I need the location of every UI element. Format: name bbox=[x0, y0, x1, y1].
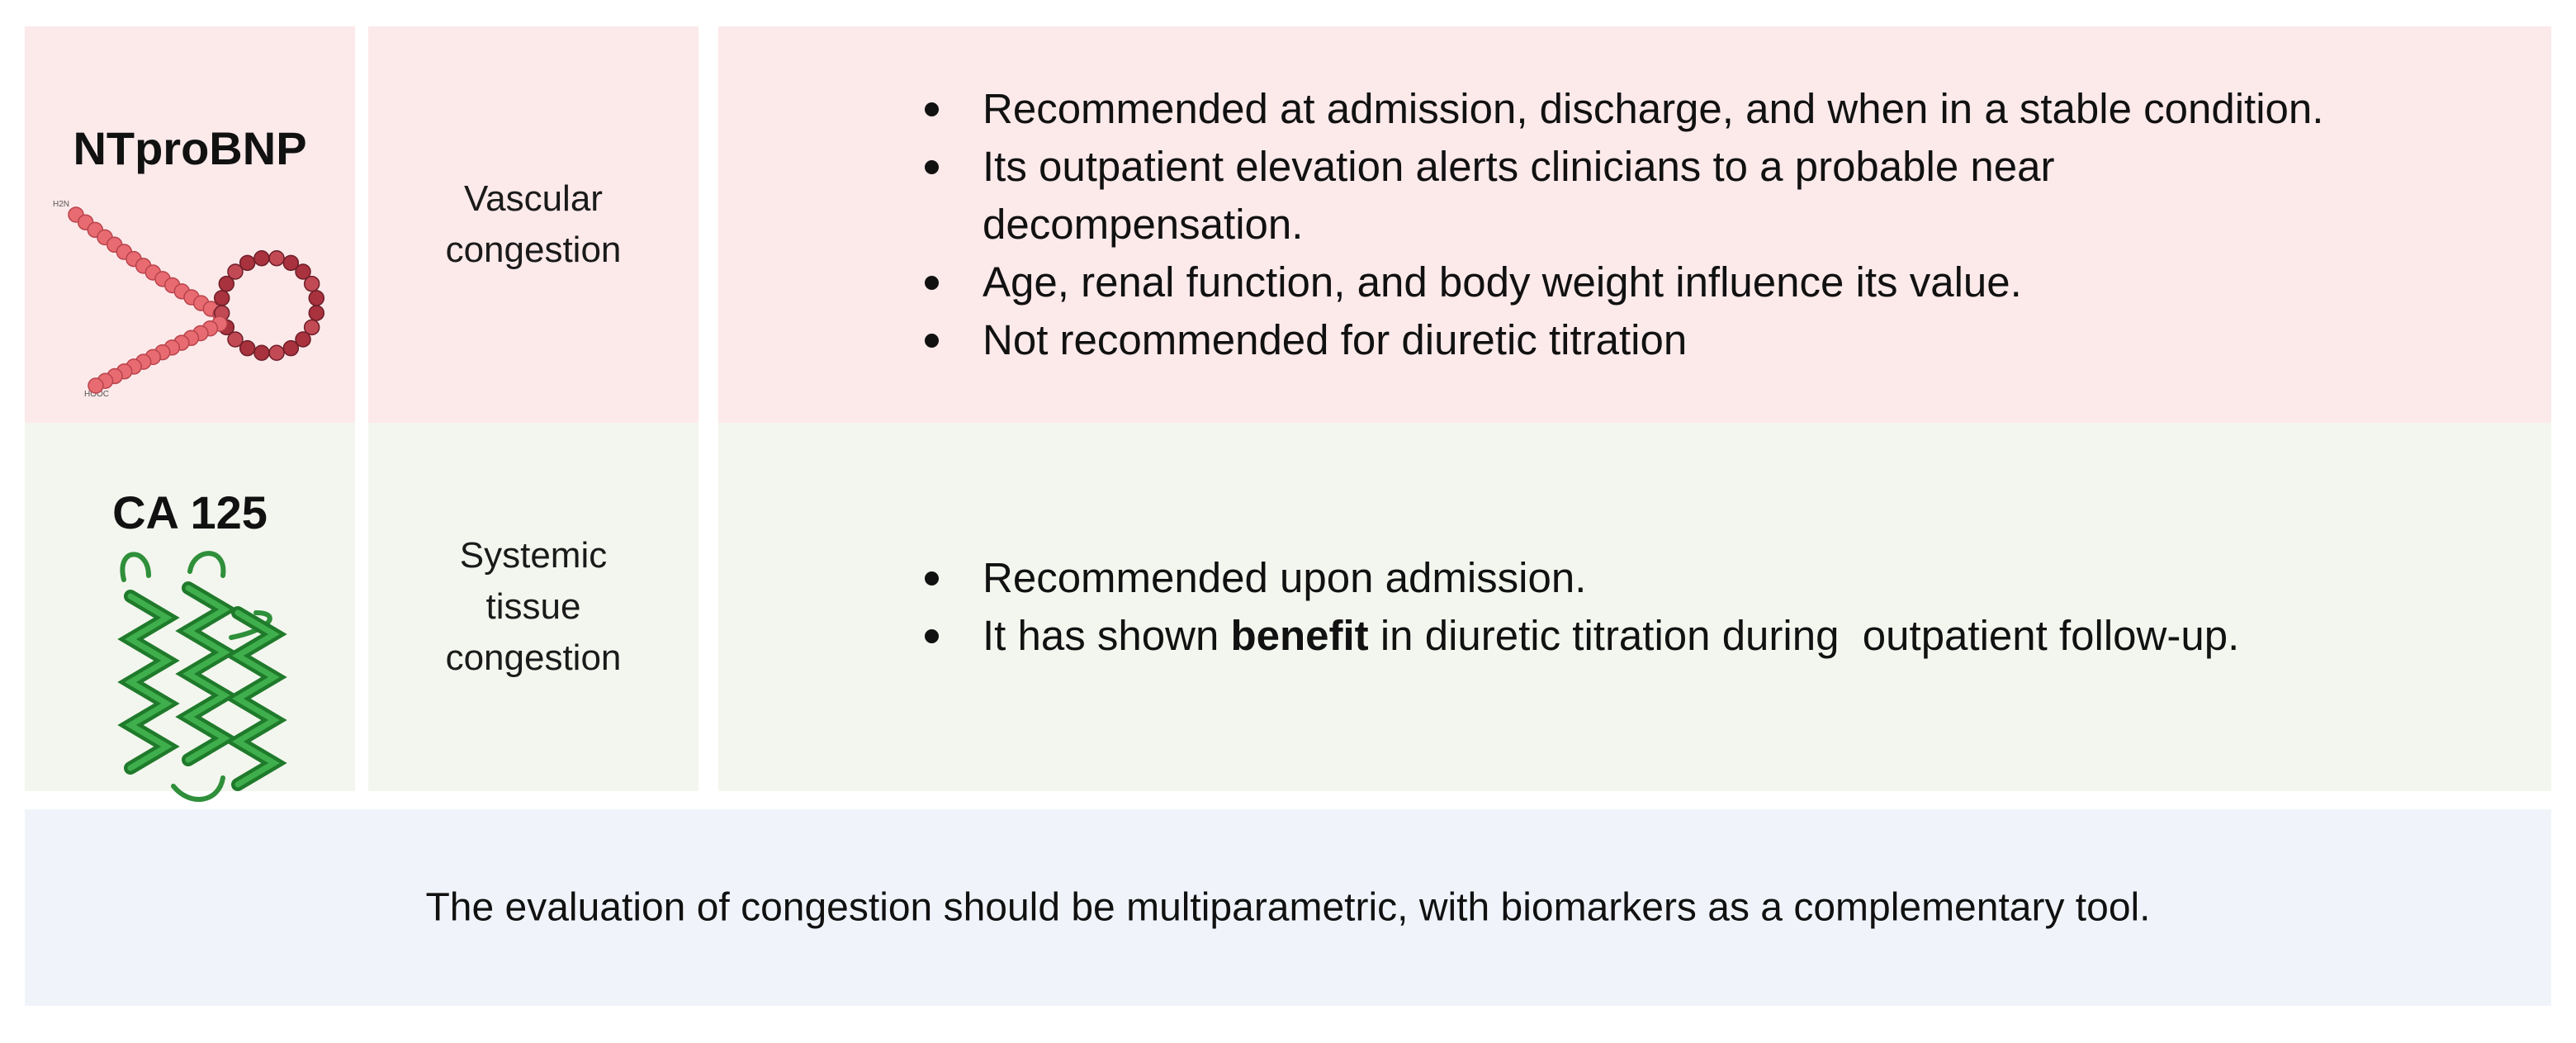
ntprobnp-marker-cell: NTproBNP H2N HOOC bbox=[25, 26, 355, 423]
congestion-type-vascular: Vascular congestion bbox=[368, 173, 698, 276]
footer-summary-text: The evaluation of congestion should be m… bbox=[425, 885, 2151, 930]
amino-acid-bead bbox=[282, 339, 300, 357]
protein-helix-icon bbox=[117, 551, 287, 802]
amino-acid-bead bbox=[213, 290, 230, 306]
amino-acid-bead bbox=[88, 377, 104, 394]
systemic-congestion-cell: Systemic tissue congestion bbox=[368, 423, 698, 791]
amino-acid-bead bbox=[253, 249, 270, 267]
congestion-line: congestion bbox=[445, 638, 622, 678]
congestion-line: Vascular bbox=[464, 178, 603, 219]
bullet-item: Age, renal function, and body weight inf… bbox=[925, 254, 2551, 311]
bullet-item: It has shown benefit in diuretic titrati… bbox=[925, 607, 2551, 665]
vascular-congestion-cell: Vascular congestion bbox=[368, 26, 698, 423]
amino-acid-bead bbox=[239, 254, 256, 272]
footer-summary-box: The evaluation of congestion should be m… bbox=[25, 809, 2551, 1006]
ntprobnp-bullet-list: Recommended at admission, discharge, and… bbox=[718, 80, 2551, 369]
amino-acid-bead bbox=[308, 290, 325, 306]
bullet-item: Recommended at admission, discharge, and… bbox=[925, 80, 2353, 138]
congestion-type-systemic: Systemic tissue congestion bbox=[368, 530, 698, 684]
amino-acid-bead bbox=[268, 249, 285, 267]
amino-acid-bead bbox=[268, 344, 285, 362]
helix-ribbon bbox=[171, 775, 225, 802]
helix-ribbon bbox=[120, 552, 151, 582]
amino-acid-bead bbox=[253, 344, 270, 362]
helix-ribbon bbox=[187, 551, 226, 578]
congestion-line: Systemic bbox=[459, 535, 608, 576]
ca125-notes-cell: Recommended upon admission. It has shown… bbox=[718, 423, 2551, 791]
bullet-item: Not recommended for diuretic titration bbox=[925, 311, 2551, 369]
amino-acid-bead bbox=[308, 305, 325, 321]
bullet-item: Its outpatient elevation alerts clinicia… bbox=[925, 138, 2304, 254]
congestion-line: tissue bbox=[485, 586, 581, 627]
bullet-text: in diuretic titration during outpatient … bbox=[1368, 612, 2240, 659]
ca125-marker-cell: CA 125 bbox=[25, 423, 355, 802]
amino-acid-bead bbox=[303, 275, 320, 292]
bullet-item: Recommended upon admission. bbox=[925, 549, 2551, 607]
congestion-line: congestion bbox=[445, 230, 622, 270]
ntprobnp-notes-cell: Recommended at admission, discharge, and… bbox=[718, 26, 2551, 423]
bullet-emphasis: benefit bbox=[1230, 612, 1369, 659]
peptide-chain-icon: H2N HOOC bbox=[53, 200, 325, 399]
ca125-bullet-list: Recommended upon admission. It has shown… bbox=[718, 549, 2551, 665]
bullet-text: It has shown bbox=[983, 612, 1231, 659]
n-terminus-label: H2N bbox=[53, 200, 69, 209]
